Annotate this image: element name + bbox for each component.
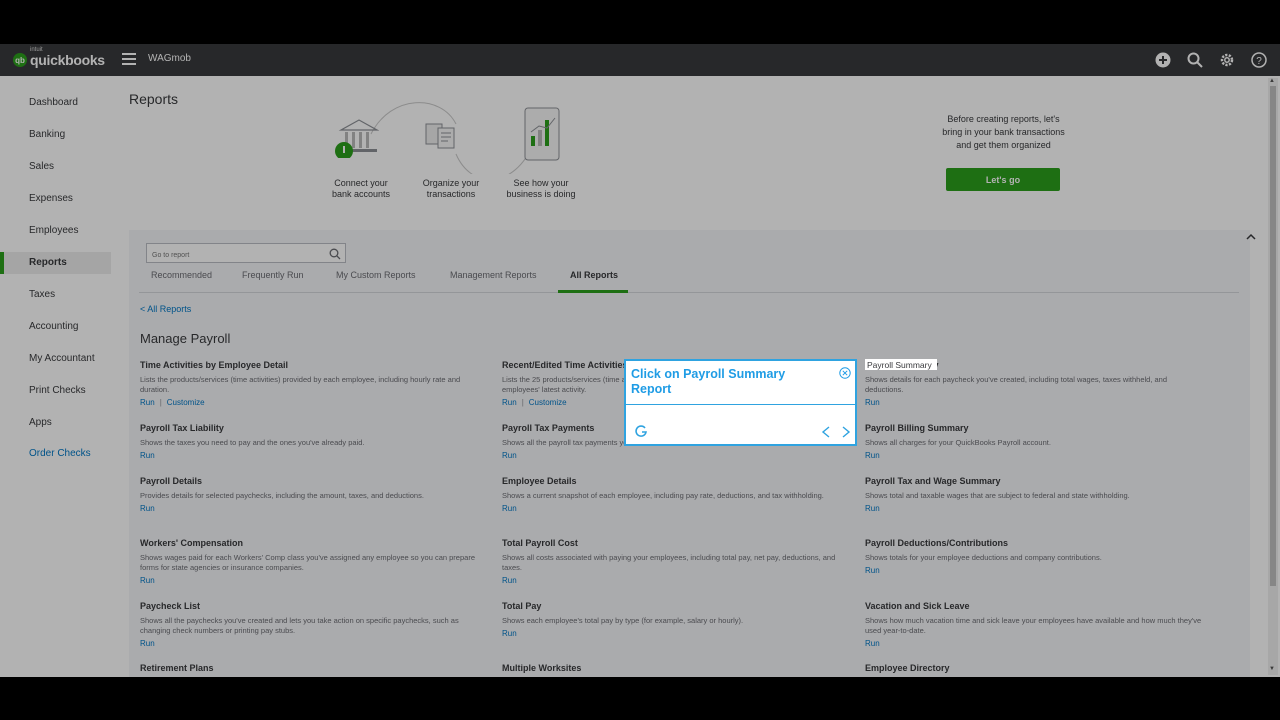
highlighted-payroll-summary[interactable]: Payroll Summary [865, 359, 937, 370]
close-icon[interactable] [839, 366, 851, 379]
walkthrough-tooltip: Click on Payroll Summary Report [624, 359, 857, 446]
guide-logo-icon [634, 424, 648, 443]
chevron-right-icon[interactable] [841, 425, 851, 443]
quickbooks-app: intuit qb quickbooks WAGmob ? Dashboard … [0, 44, 1280, 677]
highlight-label: Payroll Summary [867, 360, 932, 370]
tooltip-divider [626, 404, 855, 405]
tooltip-title: Click on Payroll Summary Report [631, 367, 786, 396]
chevron-left-icon[interactable] [821, 425, 831, 443]
